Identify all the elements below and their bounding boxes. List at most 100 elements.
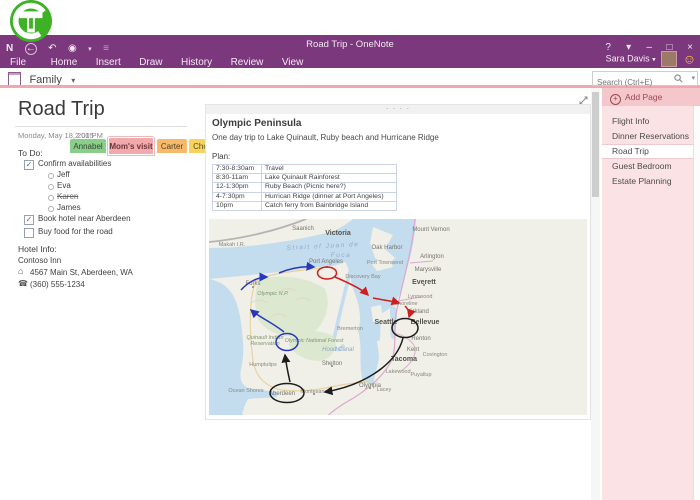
title-underline: [15, 126, 187, 127]
plan-time: 7:30-8:30am: [213, 165, 262, 174]
plan-time: 10pm: [213, 201, 262, 210]
map-label: Marysville: [415, 267, 442, 273]
map-label: Puyallup: [410, 372, 431, 378]
todo-heading: To Do:: [18, 148, 43, 158]
titlebar: N ← ↶ ◉ ▾ ≡ Road Trip - OneNote ? ▾ – □ …: [0, 35, 700, 68]
house-icon: ⌂: [18, 266, 23, 276]
site-watermark-logo: [9, 0, 53, 43]
todo-checkbox[interactable]: ✓: [24, 160, 34, 170]
map-label: Aberdeen: [269, 391, 295, 397]
onenote-window: N ← ↶ ◉ ▾ ≡ Road Trip - OneNote ? ▾ – □ …: [0, 0, 700, 500]
plan-activity: Travel: [262, 165, 397, 174]
plan-activity: Lake Quinault Rainforest: [262, 174, 397, 183]
pages-pane: + Add Page Flight Info Dinner Reservation…: [602, 88, 700, 500]
plan-activity: Ruby Beach (Picnic here?): [262, 183, 397, 192]
add-page-label: Add Page: [625, 92, 662, 102]
map-label-strait: Fuca: [331, 252, 351, 259]
map-label: Port Angeles: [309, 259, 343, 265]
plan-table[interactable]: 7:30-8:30amTravel 8:30-11amLake Quinault…: [212, 164, 397, 211]
section-tab-carter[interactable]: Carter: [157, 139, 187, 153]
list-bullet: [48, 195, 54, 201]
todo-label: Confirm availabilities: [38, 159, 111, 168]
map-label: Arlington: [420, 254, 444, 260]
map-label: Ocean Shores: [228, 388, 263, 394]
table-row: 8:30-11amLake Quinault Rainforest: [213, 174, 397, 183]
page-title[interactable]: Road Trip: [18, 98, 105, 121]
add-page-plus-icon: +: [610, 94, 621, 105]
map-label: Shelton: [322, 361, 342, 367]
search-scope-caret-icon[interactable]: ▾: [691, 74, 695, 82]
list-bullet: [48, 173, 54, 179]
user-name: Sara Davis: [606, 53, 650, 63]
note-subtitle[interactable]: One day trip to Lake Quinault, Ruby beac…: [212, 133, 439, 142]
page-item-estate-planning[interactable]: Estate Planning: [602, 174, 700, 189]
table-row: 7:30-8:30amTravel: [213, 165, 397, 174]
plan-time: 4-7:30pm: [213, 192, 262, 201]
map-label: Tacoma: [391, 356, 417, 363]
map-label: Oak Harbor: [371, 245, 402, 251]
map-label: Covington: [423, 352, 448, 358]
table-row: 12-1:30pmRuby Beach (Picnic here?): [213, 183, 397, 192]
window-title: Road Trip - OneNote: [0, 39, 700, 50]
pages-pane-scrollbar[interactable]: [693, 106, 700, 500]
list-bullet: [48, 206, 54, 212]
map-label: Kirkland: [407, 309, 429, 315]
search-icon[interactable]: [674, 74, 683, 83]
map-label: Olympic National Forest: [285, 338, 344, 344]
check-icon: ✓: [26, 215, 33, 224]
note-container: · · · · Olympic Peninsula One day trip t…: [205, 104, 591, 420]
map-image: Saanich Victoria Mount Vernon Oak Harbor…: [209, 219, 587, 415]
hotel-name: Contoso Inn: [18, 256, 61, 265]
note-title[interactable]: Olympic Peninsula: [212, 118, 301, 129]
plan-time: 12-1:30pm: [213, 183, 262, 192]
map-label: Lacey: [377, 387, 392, 393]
hotel-phone: (360) 555-1234: [30, 280, 85, 289]
section-tab-annabel[interactable]: Annabel: [70, 139, 106, 153]
page-item-flight-info[interactable]: Flight Info: [602, 114, 700, 129]
map-label: Everett: [412, 279, 436, 286]
page-item-road-trip[interactable]: Road Trip: [602, 144, 700, 159]
map-label: Lakewood: [385, 369, 410, 375]
section-tab-moms-visit[interactable]: Mom's visit: [108, 137, 154, 155]
map-vashon-island: [377, 339, 389, 356]
page-time: 2:00 PM: [75, 131, 103, 140]
map-label: Lynnwood: [408, 294, 433, 300]
plan-activity: Hurrican Ridge (dinner at Port Angeles): [262, 192, 397, 201]
hotel-heading: Hotel Info:: [18, 244, 57, 254]
account-area[interactable]: Sara Davis ▾ ☺: [606, 51, 696, 67]
map-label: Discovery Bay: [345, 274, 380, 280]
map-label: Victoria: [325, 230, 351, 237]
person-item: James: [57, 203, 81, 212]
note-drag-handle[interactable]: · · · ·: [206, 105, 590, 114]
top-strip: [0, 0, 700, 35]
todo-label: Book hotel near Aberdeen: [38, 214, 131, 223]
search-input[interactable]: [593, 76, 675, 88]
plan-activity: Catch ferry from Bainbridge Island: [262, 201, 397, 210]
add-page-button[interactable]: + Add Page: [602, 88, 700, 106]
person-item: Jeff: [57, 170, 70, 179]
todo-checkbox[interactable]: [24, 228, 34, 238]
table-row: 4-7:30pmHurrican Ridge (dinner at Port A…: [213, 192, 397, 201]
page-item-dinner-reservations[interactable]: Dinner Reservations: [602, 129, 700, 144]
page-scrollbar: [591, 88, 600, 500]
map-label: Renton: [411, 336, 430, 342]
map-label: Olympic N.P.: [257, 291, 288, 297]
search-box: ▾: [592, 71, 698, 86]
map-label: Hood Canal: [322, 347, 354, 353]
todo-checkbox[interactable]: ✓: [24, 215, 34, 225]
map-label: Saanich: [292, 226, 314, 232]
avatar[interactable]: [661, 51, 677, 67]
account-caret-icon: ▾: [652, 56, 656, 63]
todo-label: Buy food for the road: [38, 227, 113, 236]
notebook-caret-icon: ▾: [71, 76, 75, 85]
scrollbar-thumb[interactable]: [592, 92, 599, 197]
person-item: Eva: [57, 181, 71, 190]
send-smile-icon[interactable]: ☺: [683, 52, 696, 67]
map-label: Kent: [407, 347, 420, 353]
map-label: Bremerton: [337, 326, 363, 332]
page-item-guest-bedroom[interactable]: Guest Bedroom: [602, 159, 700, 174]
map-label: Port Townsend: [367, 260, 403, 266]
table-row: 10pmCatch ferry from Bainbridge Island: [213, 201, 397, 210]
notebook-icon: [8, 72, 21, 86]
plan-time: 8:30-11am: [213, 174, 262, 183]
